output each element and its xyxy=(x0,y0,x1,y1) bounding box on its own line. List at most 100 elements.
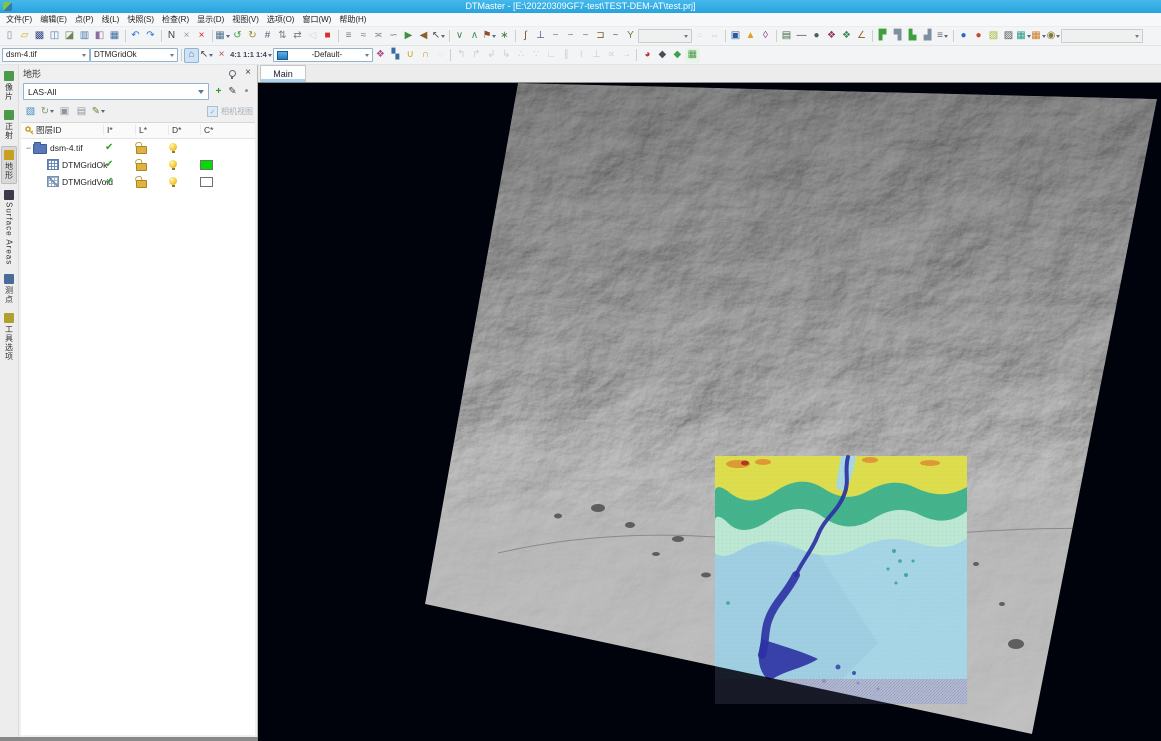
arrow-tool-button[interactable]: → xyxy=(619,48,634,63)
visible-check-icon[interactable]: ✔ xyxy=(105,176,113,187)
delete-selected-button[interactable]: × xyxy=(179,29,194,44)
hypsometric-tint-button[interactable]: ▧ xyxy=(986,29,1001,44)
visible-check-icon[interactable]: ✔ xyxy=(105,159,113,170)
match-view-toggle[interactable]: ✓ 相机视图 xyxy=(207,106,253,117)
digitize-polyline-button[interactable]: N xyxy=(164,29,179,44)
notifications-button[interactable]: ◉ xyxy=(1046,29,1061,44)
remove-filter-button[interactable]: • xyxy=(240,85,253,98)
snapshot-button[interactable]: ◪ xyxy=(62,29,77,44)
edit-down-right-button[interactable]: ↳ xyxy=(499,48,514,63)
menu-item[interactable]: 编辑(E) xyxy=(36,13,71,26)
profile-view-button[interactable]: # xyxy=(260,29,275,44)
record-point-button[interactable]: ■ xyxy=(320,29,335,44)
sync-views-button[interactable]: ◌ xyxy=(433,48,448,63)
copy-layers-button[interactable]: ▤ xyxy=(74,104,89,119)
grid-display-mode-button[interactable]: ▦ xyxy=(215,29,230,44)
zoom-4-1-button[interactable]: 4:1 xyxy=(229,48,242,63)
node-insert-button[interactable]: ∴ xyxy=(514,48,529,63)
hline-1-button[interactable]: − xyxy=(548,29,563,44)
layer-row-dsm4[interactable]: − dsm-4.tif ✔ xyxy=(21,139,255,156)
match-view-checkbox[interactable]: ✓ xyxy=(207,106,218,117)
menu-item[interactable]: 帮助(H) xyxy=(335,13,370,26)
zoom-1-1-button[interactable]: 1:1 xyxy=(242,48,255,63)
open-project-button[interactable]: ▱ xyxy=(17,29,32,44)
menu-item[interactable]: 点(P) xyxy=(71,13,98,26)
link-cursors-button[interactable]: ⇔ xyxy=(707,29,722,44)
column-c[interactable]: C* xyxy=(200,125,213,135)
close-icon[interactable]: × xyxy=(243,68,253,78)
flag-point-button[interactable]: ⚑ xyxy=(482,29,497,44)
flip-vertical-button[interactable]: ⇅ xyxy=(275,29,290,44)
menu-item[interactable]: 窗口(W) xyxy=(298,13,335,26)
squiggle-tool-button[interactable]: ≀ xyxy=(574,48,589,63)
bulb-icon[interactable] xyxy=(169,159,177,170)
side-tab-surface-areas[interactable]: Surface Areas xyxy=(1,187,17,268)
new-project-button[interactable]: ▯ xyxy=(2,29,17,44)
expander-icon[interactable]: − xyxy=(24,143,33,153)
menu-item[interactable]: 快照(S) xyxy=(123,13,158,26)
refresh-layers-button[interactable]: ↻ xyxy=(40,104,55,119)
column-l[interactable]: L* xyxy=(135,125,147,135)
color-swatch[interactable] xyxy=(200,159,213,170)
tab-main[interactable]: Main xyxy=(260,65,306,82)
export-grid-button[interactable]: ▦ xyxy=(684,47,700,63)
layer-row-dtmgridvoid[interactable]: DTMGridVoid ✔ xyxy=(21,173,255,190)
edit-up-left-button[interactable]: ↰ xyxy=(454,48,469,63)
active-grid-combo[interactable]: DTMGridOk xyxy=(90,48,178,62)
refresh-view-button[interactable]: ↺ xyxy=(230,29,245,44)
statistics-pie-button[interactable]: ◕ xyxy=(640,48,655,63)
reset-angle-button[interactable]: ○ xyxy=(692,29,707,44)
import-images-button[interactable]: ◫ xyxy=(47,29,62,44)
clear-selection-button[interactable]: × xyxy=(214,48,229,63)
image-list-button[interactable]: ▥ xyxy=(77,29,92,44)
edit-filter-button[interactable]: ✎ xyxy=(226,85,239,98)
save-project-button[interactable]: ▩ xyxy=(32,29,47,44)
visible-check-icon[interactable]: ✔ xyxy=(105,142,113,153)
zoom-1-4-button[interactable]: 1:4 xyxy=(255,48,273,63)
side-tab-ortho[interactable]: 正射 xyxy=(1,107,17,143)
delete-all-button[interactable]: × xyxy=(194,29,209,44)
view-split-tr-button[interactable]: ▜ xyxy=(890,29,905,44)
redo-button[interactable]: ↷ xyxy=(143,29,158,44)
run-forward-button[interactable]: ▶ xyxy=(401,29,416,44)
menu-item[interactable]: 显示(D) xyxy=(193,13,228,26)
histogram-button[interactable]: ▚ xyxy=(388,48,403,63)
edit-mode-button[interactable]: ✎ xyxy=(91,104,106,119)
lock-grid-button[interactable]: ∩ xyxy=(418,48,433,63)
angle-snap-button[interactable]: ∟ xyxy=(544,48,559,63)
hline-2-button[interactable]: − xyxy=(563,29,578,44)
proportional-tool-button[interactable]: ∝ xyxy=(604,48,619,63)
column-layer-id[interactable]: 图层ID xyxy=(36,124,62,136)
unlocked-icon[interactable] xyxy=(136,180,147,188)
node-remove-button[interactable]: ∵ xyxy=(529,48,544,63)
run-back-button[interactable]: ◀ xyxy=(416,29,431,44)
hline-3-button[interactable]: − xyxy=(578,29,593,44)
las-filter-combo[interactable]: LAS-All xyxy=(23,83,209,100)
dsm-sphere-button[interactable]: ● xyxy=(956,29,971,44)
edit-up-right-button[interactable]: ↱ xyxy=(469,48,484,63)
unlocked-icon[interactable] xyxy=(136,163,147,171)
vertex-tool-button[interactable]: Y xyxy=(623,29,638,44)
menu-item[interactable]: 检查(R) xyxy=(158,13,193,26)
tin-mesh-green-button[interactable]: ◆ xyxy=(670,48,685,63)
cleanup-tool-button[interactable]: ◊ xyxy=(758,29,773,44)
snap-down-button[interactable]: ∨ xyxy=(452,29,467,44)
drop-perpendicular-button[interactable]: ⊥ xyxy=(533,29,548,44)
edit-down-left-button[interactable]: ↲ xyxy=(484,48,499,63)
select-user-button[interactable]: ● xyxy=(809,29,824,44)
bulb-icon[interactable] xyxy=(169,176,177,187)
save-layers-button[interactable]: ▣ xyxy=(57,104,72,119)
bulb-icon[interactable] xyxy=(169,142,177,153)
menu-item[interactable]: 文件(F) xyxy=(2,13,36,26)
classify-a-button[interactable]: ❖ xyxy=(824,29,839,44)
column-i[interactable]: I* xyxy=(103,125,113,135)
palette-orange-button[interactable]: ▦ xyxy=(1031,29,1046,44)
previous-model-button[interactable]: ◁ xyxy=(305,29,320,44)
report-table-button[interactable]: ▤ xyxy=(779,29,794,44)
color-swatch[interactable] xyxy=(200,176,213,187)
menu-item[interactable]: 视图(V) xyxy=(228,13,263,26)
match-points-button[interactable]: ≍ xyxy=(371,29,386,44)
unlocked-icon[interactable] xyxy=(136,146,147,154)
view-split-br-button[interactable]: ▟ xyxy=(920,29,935,44)
layer-row-dtmgridok[interactable]: DTMGridOk ✔ xyxy=(21,156,255,173)
